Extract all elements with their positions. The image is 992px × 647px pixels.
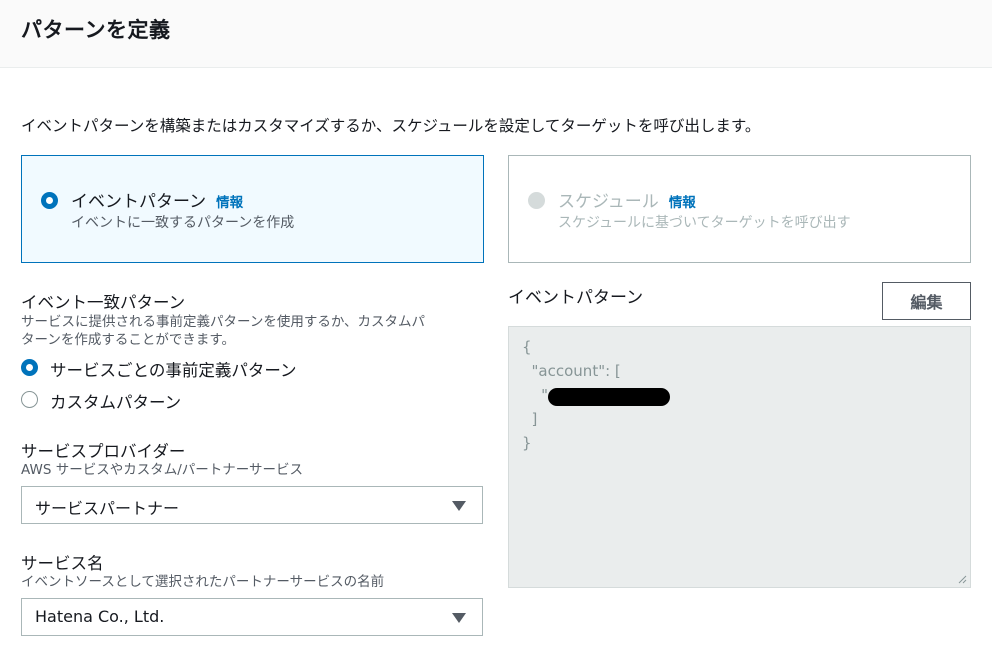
provider-select[interactable]: サービスパートナー: [21, 486, 483, 524]
info-link[interactable]: 情報: [669, 195, 696, 211]
caret-down-icon: [452, 613, 466, 623]
radio-label: サービスごとの事前定義パターン: [50, 361, 297, 380]
service-name-label: サービス名: [21, 554, 104, 573]
tile-sub-event-pattern: イベントに一致するパターンを作成: [71, 215, 295, 231]
provider-label: サービスプロバイダー: [21, 442, 186, 461]
service-name-select-value: Hatena Co., Ltd.: [35, 607, 165, 626]
service-name-desc: イベントソースとして選択されたパートナーサービスの名前: [21, 574, 385, 590]
tile-title-schedule: スケジュール 情報: [558, 187, 696, 212]
page-description: イベントパターンを構築またはカスタマイズするか、スケジュールを設定してターゲット…: [21, 117, 761, 135]
tile-radio-schedule: [528, 192, 545, 209]
radio-label: カスタムパターン: [50, 393, 182, 412]
event-pattern-code[interactable]: { "account": [ " ] }: [508, 326, 971, 588]
page-header: パターンを定義: [0, 0, 992, 68]
radio-button[interactable]: [21, 359, 38, 376]
caret-down-icon: [452, 501, 466, 511]
match-pattern-desc-2: ターンを作成することができます。: [21, 332, 235, 348]
tile-event-pattern[interactable]: イベントパターン 情報 イベントに一致するパターンを作成: [21, 155, 484, 263]
service-name-select[interactable]: Hatena Co., Ltd.: [21, 598, 483, 636]
redaction-mark: [548, 388, 670, 406]
provider-desc: AWS サービスやカスタム/パートナーサービス: [21, 462, 303, 478]
tile-schedule: スケジュール 情報 スケジュールに基づいてターゲットを呼び出す: [508, 155, 971, 263]
tile-title-event-pattern: イベントパターン 情報: [71, 187, 243, 212]
resize-handle-icon[interactable]: [957, 574, 967, 584]
match-pattern-label: イベント一致パターン: [21, 293, 186, 312]
match-pattern-desc-1: サービスに提供される事前定義パターンを使用するか、カスタムパ: [21, 314, 426, 330]
radio-button[interactable]: [21, 391, 38, 408]
provider-select-value: サービスパートナー: [35, 499, 180, 518]
info-link[interactable]: 情報: [216, 195, 243, 211]
tile-title-text: スケジュール: [558, 192, 659, 212]
tile-radio-event-pattern[interactable]: [41, 192, 58, 209]
tile-title-text: イベントパターン: [71, 192, 207, 212]
page-title: パターンを定義: [21, 18, 171, 42]
event-pattern-label: イベントパターン: [508, 288, 644, 308]
edit-button[interactable]: 編集: [882, 282, 971, 320]
tile-sub-schedule: スケジュールに基づいてターゲットを呼び出す: [558, 215, 851, 231]
